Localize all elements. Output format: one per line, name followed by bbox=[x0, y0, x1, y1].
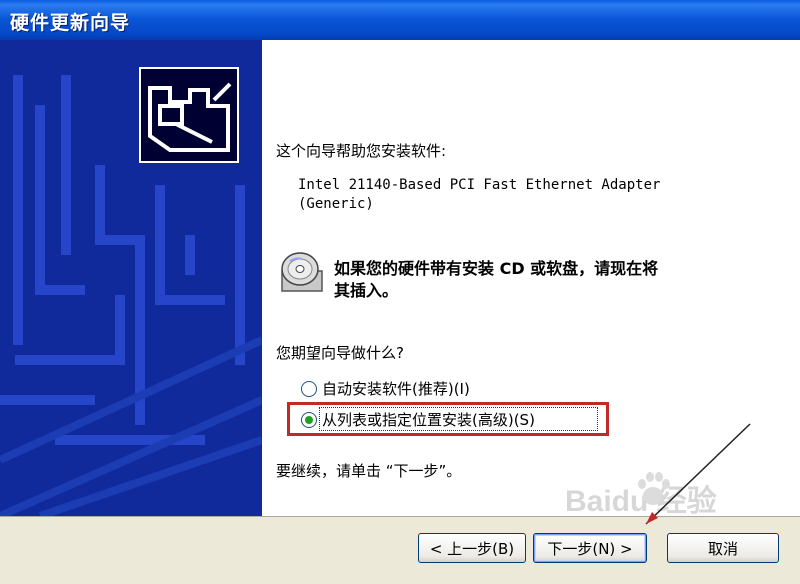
question-text: 您期望向导做什么? bbox=[276, 344, 404, 362]
radio-auto-install[interactable] bbox=[301, 381, 317, 397]
banner-graphic bbox=[0, 67, 262, 516]
back-button[interactable]: < 上一步(B) bbox=[418, 533, 526, 563]
device-name: Intel 21140-Based PCI Fast Ethernet Adap… bbox=[298, 177, 661, 193]
radio-selected-dot bbox=[305, 416, 313, 424]
cancel-button[interactable]: 取消 bbox=[667, 533, 779, 563]
hardware-update-wizard-window: 硬件更新向导 这个向导帮助您安装软件: Intel 21140-Based PC… bbox=[0, 0, 800, 584]
pointer-arrow bbox=[645, 423, 751, 525]
next-button[interactable]: 下一步(N) > bbox=[533, 533, 647, 563]
option-list-install-label[interactable]: 从列表或指定位置安装(高级)(S) bbox=[322, 409, 535, 430]
option-auto-install-label[interactable]: 自动安装软件(推荐)(I) bbox=[322, 378, 470, 399]
window-title: 硬件更新向导 bbox=[10, 12, 131, 34]
title-bar[interactable]: 硬件更新向导 bbox=[0, 0, 800, 40]
continue-text: 要继续，请单击 “下一步”。 bbox=[276, 462, 462, 480]
radio-list-install[interactable] bbox=[301, 412, 317, 428]
cd-prompt-line2: 其插入。 bbox=[334, 281, 399, 300]
wizard-banner-panel bbox=[0, 40, 262, 516]
cd-prompt-line1: 如果您的硬件带有安装 CD 或软盘，请现在将 bbox=[334, 259, 659, 278]
cd-disc-icon bbox=[281, 252, 323, 292]
device-variant: (Generic) bbox=[298, 196, 374, 212]
intro-text: 这个向导帮助您安装软件: bbox=[276, 142, 447, 160]
